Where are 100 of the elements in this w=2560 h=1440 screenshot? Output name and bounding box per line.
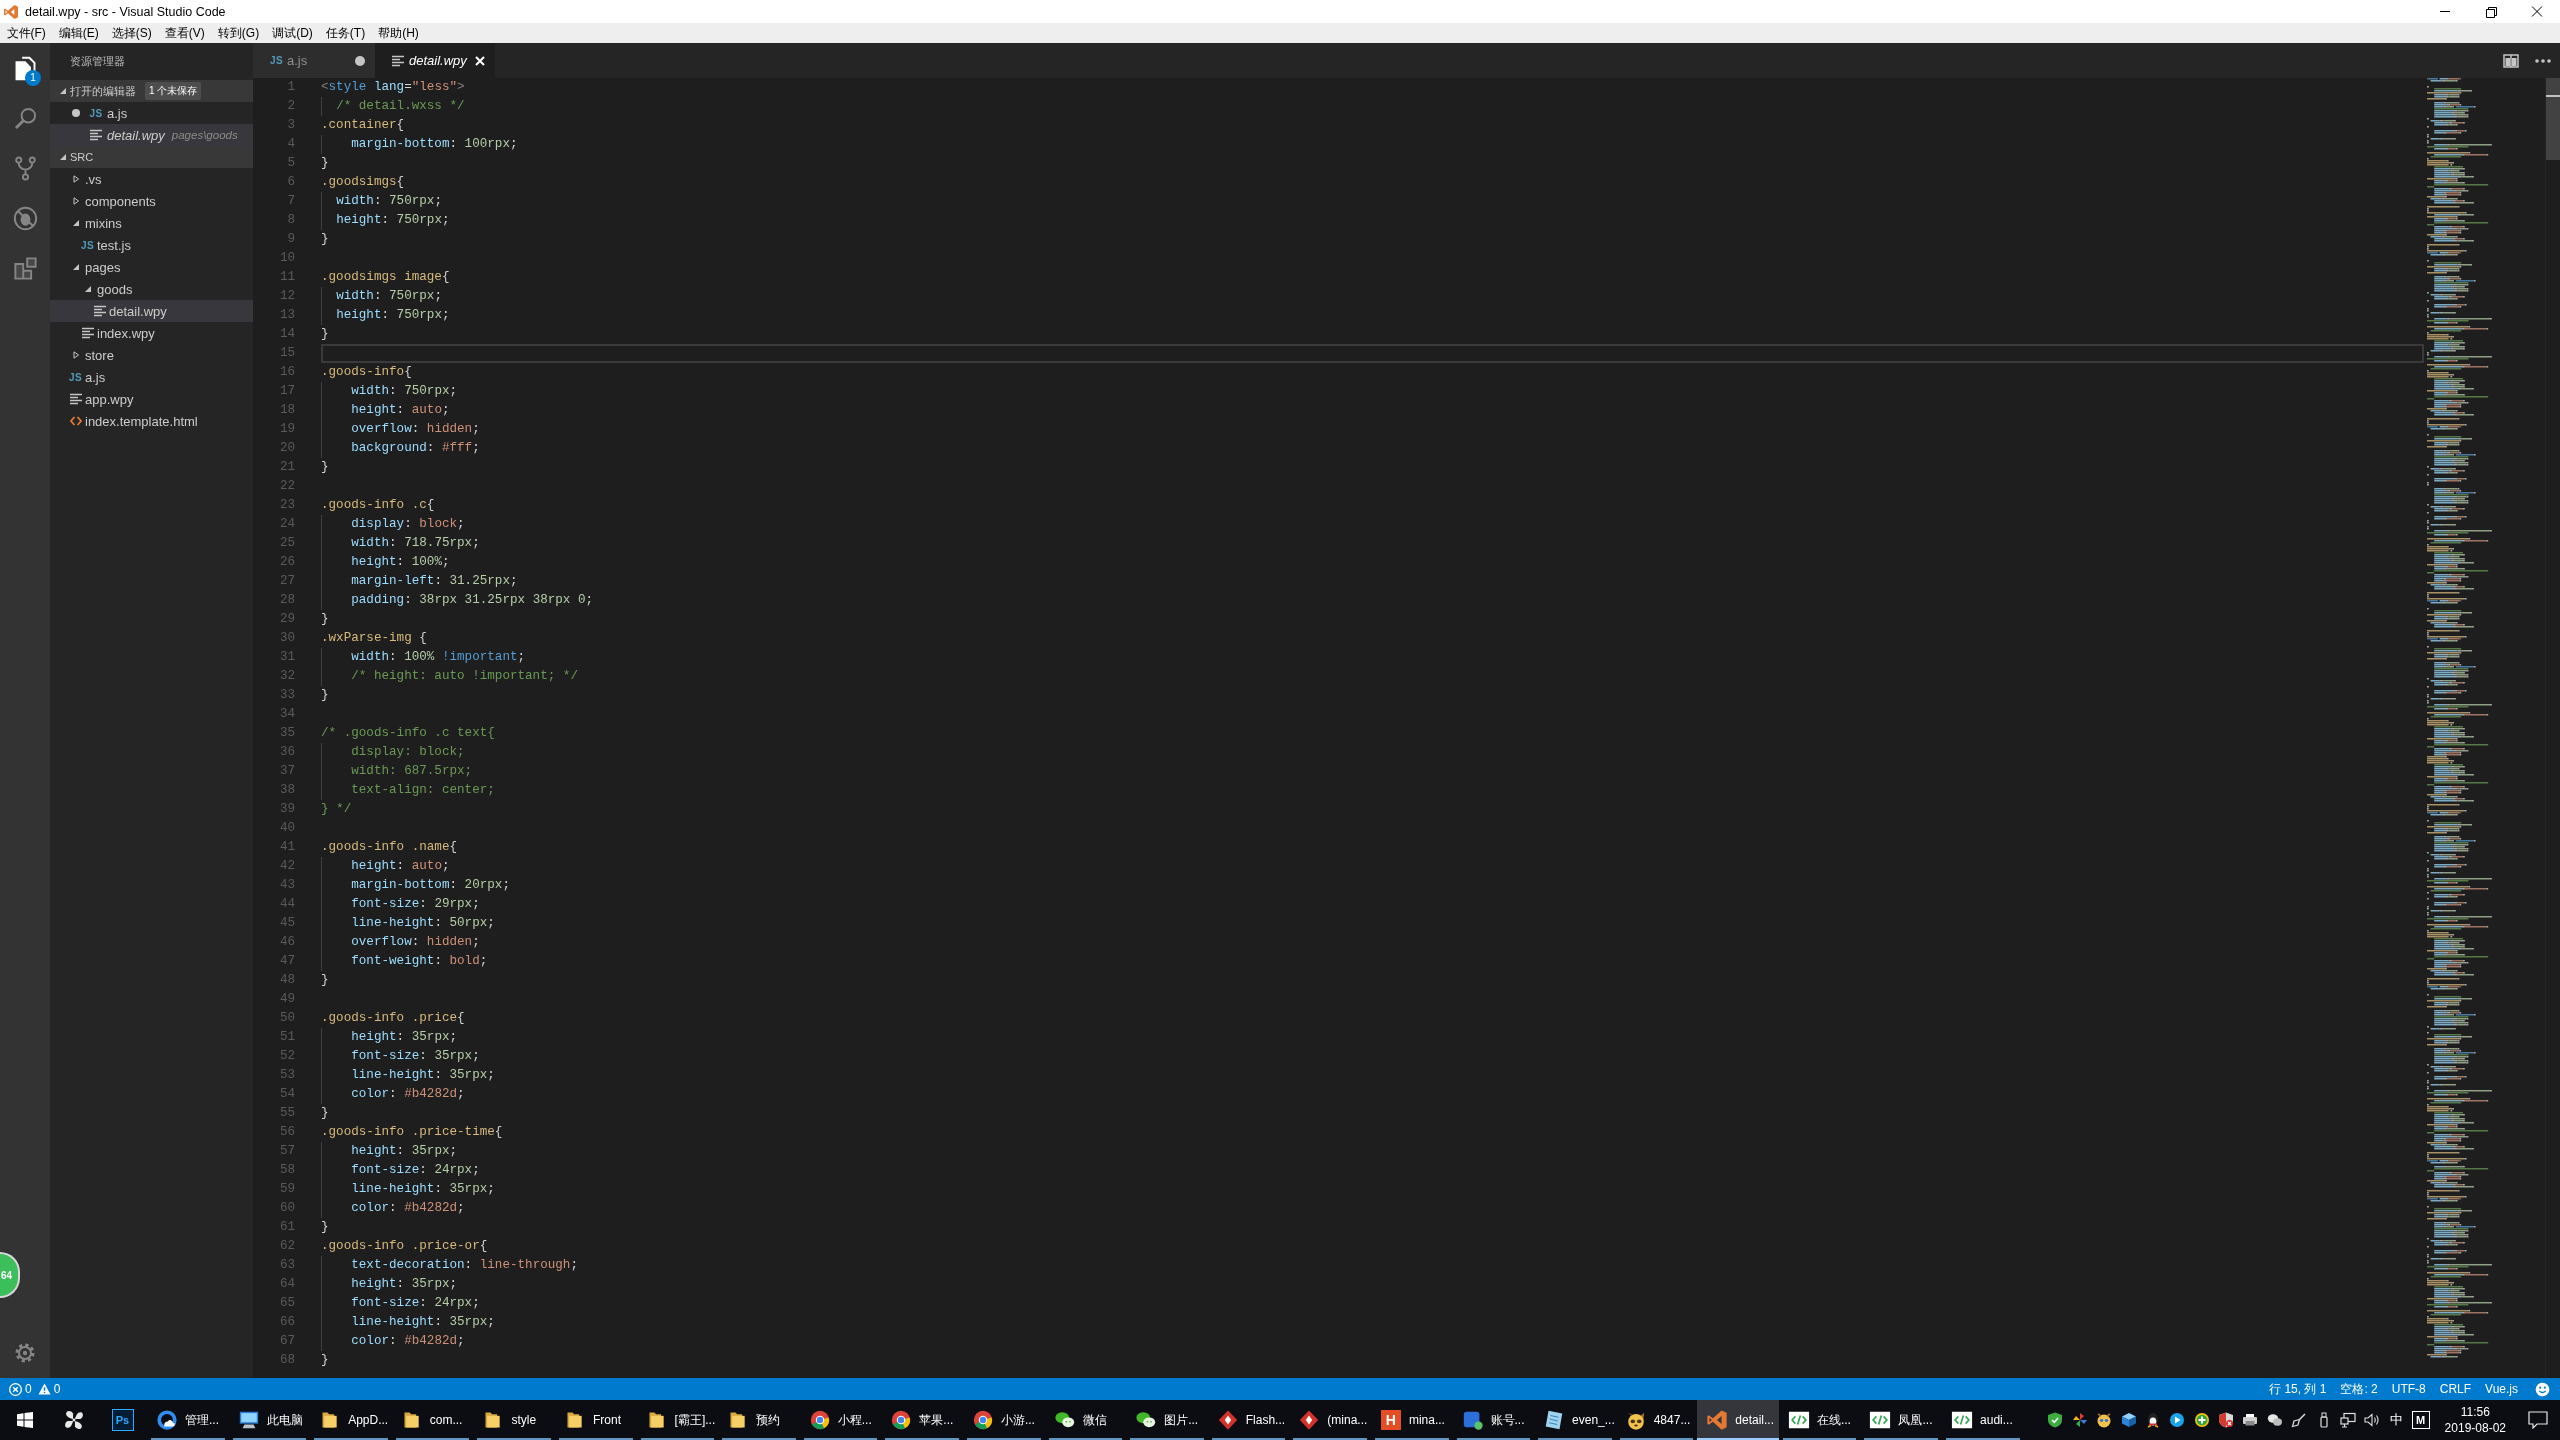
taskbar-button[interactable]: com... <box>391 1400 474 1440</box>
taskbar-button[interactable]: 微信 <box>1044 1400 1127 1440</box>
warning-icon[interactable] <box>37 1383 51 1395</box>
section-header[interactable]: 打开的编辑器 1 个未保存 <box>50 80 253 102</box>
section-header[interactable]: SRC <box>50 146 253 168</box>
broom-icon[interactable] <box>2291 1412 2308 1428</box>
menu-item[interactable]: 编辑(E) <box>52 23 106 43</box>
taskbar-button[interactable]: even_... <box>1534 1400 1616 1440</box>
tree-item[interactable]: detail.wpy <box>50 300 253 322</box>
editor-tab[interactable]: detail.wpy <box>375 43 495 78</box>
caret-icon[interactable] <box>59 87 67 95</box>
plus-icon[interactable] <box>2193 1412 2210 1428</box>
notification-icon[interactable] <box>2528 1411 2548 1429</box>
split-editor-icon[interactable] <box>2503 52 2519 69</box>
debug-icon[interactable] <box>11 204 39 232</box>
shield-icon[interactable] <box>2047 1412 2064 1428</box>
taskbar-button[interactable]: H mina... <box>1370 1400 1453 1440</box>
tree-item[interactable]: pages <box>50 256 253 278</box>
taskbar-button[interactable]: 小游... <box>962 1400 1045 1440</box>
menu-item[interactable]: 查看(V) <box>158 23 212 43</box>
tree-item[interactable]: store <box>50 344 253 366</box>
animal-face-icon[interactable] <box>2096 1412 2113 1428</box>
status-item[interactable]: UTF-8 <box>2384 1382 2433 1396</box>
caret-icon[interactable] <box>71 175 80 183</box>
menu-item[interactable]: 调试(D) <box>265 23 320 43</box>
minimap[interactable] <box>2427 78 2492 1358</box>
status-item[interactable]: CRLF <box>2432 1382 2479 1396</box>
tree-item[interactable]: app.wpy <box>50 388 253 410</box>
warning-count[interactable]: 0 <box>53 1382 61 1396</box>
editor-tab[interactable]: JS a.js <box>253 43 375 78</box>
taskbar-button[interactable]: [霸王]... <box>636 1400 719 1440</box>
clock-date[interactable]: 2019-08-02 <box>2444 1420 2506 1436</box>
pinwheel-icon[interactable] <box>2071 1412 2088 1428</box>
menu-item[interactable]: 转到(G) <box>211 23 266 43</box>
windows-logo-icon[interactable] <box>16 1412 33 1428</box>
taskbar-button[interactable]: 苹果... <box>881 1400 963 1440</box>
menu-item[interactable]: 选择(S) <box>105 23 159 43</box>
caret-icon[interactable] <box>71 351 80 359</box>
clock-time[interactable]: 11:56 <box>2460 1404 2490 1420</box>
status-item[interactable]: 空格: 2 <box>2333 1380 2385 1398</box>
volume-icon[interactable] <box>2364 1412 2381 1428</box>
printer-icon[interactable] <box>2242 1412 2259 1428</box>
tree-item[interactable]: components <box>50 190 253 212</box>
input-method-indicator[interactable]: 中 <box>2384 1411 2408 1429</box>
taskbar-button[interactable]: audi... <box>1942 1400 2024 1440</box>
fan-icon[interactable] <box>62 1409 85 1431</box>
network-monitor-icon[interactable] <box>2340 1412 2356 1428</box>
taskbar-button[interactable]: (mina... <box>1289 1400 1371 1440</box>
smiley-icon[interactable] <box>2535 1381 2550 1397</box>
menu-item[interactable]: 帮助(H) <box>371 23 426 43</box>
open-editor-item[interactable]: detail.wpy pages\goods <box>50 124 253 146</box>
line-number: 5 <box>286 155 295 172</box>
code-line: .goods-info .name{ <box>321 840 458 854</box>
line-number: 45 <box>278 915 295 932</box>
tree-item[interactable]: goods <box>50 278 253 300</box>
taskbar-button[interactable]: Flash... <box>1207 1400 1290 1440</box>
play-icon[interactable] <box>2169 1412 2186 1428</box>
cube-icon[interactable] <box>2120 1412 2137 1428</box>
status-item[interactable]: 行 15, 列 1 <box>2262 1380 2334 1398</box>
caret-icon[interactable] <box>71 263 80 271</box>
caret-icon[interactable] <box>71 197 80 205</box>
more-icon[interactable] <box>2535 58 2551 63</box>
tree-item[interactable]: JS a.js <box>50 366 253 388</box>
tree-item[interactable]: mixins <box>50 212 253 234</box>
extensions-icon[interactable] <box>11 254 39 282</box>
shield-x-icon[interactable] <box>2218 1412 2235 1428</box>
taskbar-button[interactable]: 此电脑 <box>228 1400 311 1440</box>
taskbar-button[interactable]: detail... <box>1697 1400 1779 1440</box>
chat-bubbles-icon[interactable] <box>2266 1412 2283 1428</box>
menu-item[interactable]: 文件(F) <box>0 23 53 43</box>
caret-icon[interactable] <box>59 153 67 161</box>
close-icon[interactable] <box>475 55 485 66</box>
status-item[interactable]: Vue.js <box>2478 1382 2525 1396</box>
taskbar-button[interactable]: 凤凰... <box>1860 1400 1943 1440</box>
caret-icon[interactable] <box>83 285 92 293</box>
tree-item[interactable]: JS test.js <box>50 234 253 256</box>
menu-item[interactable]: 任务(T) <box>319 23 372 43</box>
taskbar-button[interactable]: 图片... <box>1126 1400 1208 1440</box>
tree-item[interactable]: .vs <box>50 168 253 190</box>
taskbar-button[interactable]: 管理... <box>147 1400 229 1440</box>
tree-item[interactable]: index.template.html <box>50 410 253 432</box>
scrollbar-thumb[interactable] <box>2546 78 2560 160</box>
taskbar-button[interactable]: style <box>473 1400 555 1440</box>
error-icon[interactable] <box>9 1382 22 1396</box>
app-tile-icon[interactable]: Ps <box>111 1409 134 1431</box>
taskbar-button[interactable]: 4847... <box>1615 1400 1698 1440</box>
error-count[interactable]: 0 <box>25 1382 32 1396</box>
taskbar-button[interactable]: 账号... <box>1452 1400 1535 1440</box>
settings-icon[interactable] <box>13 1341 37 1365</box>
taskbar-button[interactable]: 预约 <box>718 1400 800 1440</box>
open-editor-item[interactable]: JS a.js <box>50 102 253 124</box>
taskbar-button[interactable]: 在线... <box>1778 1400 1861 1440</box>
tree-item[interactable]: index.wpy <box>50 322 253 344</box>
app-tile-icon[interactable]: M <box>2411 1411 2430 1429</box>
caret-icon[interactable] <box>71 219 80 227</box>
taskbar-button[interactable]: AppD... <box>310 1400 392 1440</box>
computer-icon <box>237 1409 260 1431</box>
dot-icon[interactable] <box>355 55 365 66</box>
taskbar-button[interactable]: 小程... <box>799 1400 882 1440</box>
taskbar-button[interactable]: Front <box>554 1400 637 1440</box>
